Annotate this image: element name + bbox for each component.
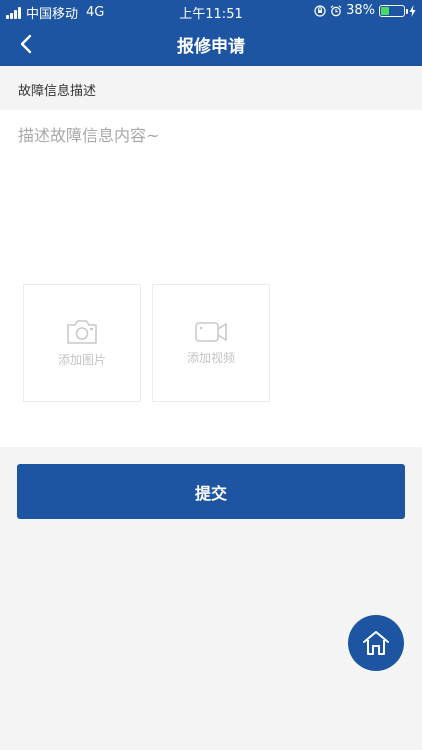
add-video-button[interactable]: 添加视频 — [152, 284, 270, 402]
battery-percent: 38% — [346, 3, 375, 18]
battery-fill — [381, 6, 390, 15]
description-input[interactable] — [18, 122, 404, 272]
home-icon — [363, 631, 389, 655]
form-panel: 添加图片 添加视频 — [0, 110, 422, 447]
submit-button[interactable]: 提交 — [17, 464, 405, 519]
camera-icon — [67, 319, 97, 344]
add-image-label: 添加图片 — [57, 352, 106, 367]
add-video-label: 添加视频 — [186, 350, 235, 365]
nav-bar: 报修申请 — [0, 22, 422, 66]
status-right: 38% — [314, 3, 416, 18]
add-image-button[interactable]: 添加图片 — [23, 284, 141, 402]
battery-icon — [379, 4, 408, 17]
alarm-icon — [330, 4, 342, 16]
status-bar: 中国移动 4G 上午11:51 38% — [0, 0, 422, 22]
header: 中国移动 4G 上午11:51 38% 报修申请 — [0, 0, 422, 66]
home-button[interactable] — [348, 615, 404, 671]
section-label: 故障信息描述 — [18, 84, 97, 99]
page-title: 报修申请 — [177, 37, 245, 57]
orientation-lock-icon — [314, 4, 326, 17]
video-camera-icon — [195, 321, 227, 342]
charging-icon — [409, 4, 416, 17]
